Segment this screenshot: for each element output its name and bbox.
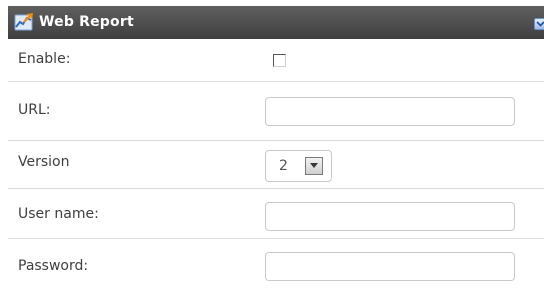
enable-label: Enable: [18, 51, 71, 67]
version-selected-value: 2 [279, 158, 288, 174]
chart-icon [14, 12, 34, 31]
version-label: Version [18, 154, 70, 170]
enable-checkbox[interactable] [273, 54, 286, 67]
password-input[interactable] [265, 252, 515, 281]
dropdown-arrow-icon[interactable] [305, 157, 323, 175]
web-report-panel: Web Report Enable: URL: Version 2 User n… [8, 0, 544, 297]
username-input[interactable] [265, 202, 515, 231]
chevron-down-icon[interactable] [534, 18, 544, 30]
url-label: URL: [18, 102, 51, 118]
username-label: User name: [18, 206, 99, 222]
panel-header: Web Report [8, 6, 544, 39]
password-label: Password: [18, 258, 89, 274]
version-select[interactable]: 2 [265, 150, 332, 182]
panel-title: Web Report [39, 14, 134, 30]
url-input[interactable] [265, 97, 515, 126]
